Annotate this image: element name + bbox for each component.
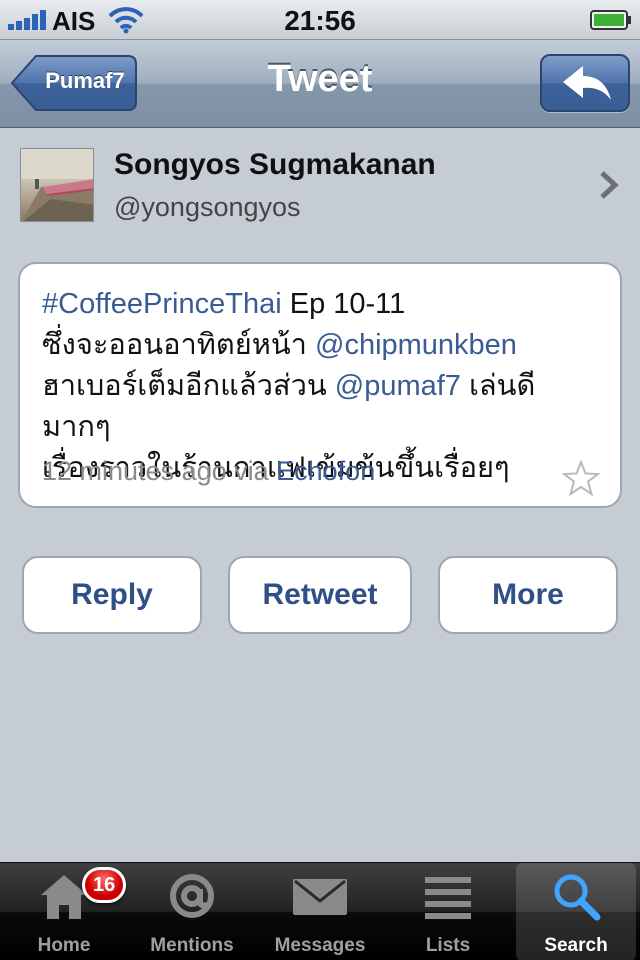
reply-nav-button[interactable]	[540, 54, 630, 112]
tab-label: Messages	[274, 935, 366, 956]
tweet-text-segment: ซึ่งจะออนอาทิตย์หน้า	[42, 329, 315, 361]
envelope-icon	[293, 879, 347, 915]
tweet-text-segment: Ep 10-11	[281, 288, 406, 320]
tweet-timestamp: 12 minutes ago via Echofon	[42, 456, 375, 487]
retweet-button[interactable]: Retweet	[228, 556, 412, 634]
back-button-label: Pumaf7	[45, 68, 125, 93]
reply-arrow-icon	[563, 66, 611, 100]
user-profile-row[interactable]: Songyos Sugmakanan @yongsongyos	[0, 130, 640, 230]
tab-label: Mentions	[150, 935, 234, 956]
home-icon	[41, 875, 87, 919]
favorite-star-icon[interactable]	[562, 460, 600, 496]
navigation-bar: Pumaf7 Tweet	[0, 40, 640, 128]
page-title: Tweet	[267, 58, 373, 100]
more-button[interactable]: More	[438, 556, 618, 634]
tweet-time-ago: 12 minutes ago via	[42, 456, 277, 486]
user-display-name: Songyos Sugmakanan	[114, 148, 436, 181]
tab-search[interactable]: Search	[516, 863, 636, 960]
tab-home[interactable]: 16 Home	[4, 863, 127, 960]
at-sign-icon	[170, 874, 214, 918]
user-handle: @yongsongyos	[114, 192, 301, 222]
mention-link[interactable]: @pumaf7	[335, 370, 461, 402]
tweet-text-segment: ฮาเบอร์เต็มอีกแล้วส่วน	[42, 370, 335, 402]
status-time: 21:56	[284, 5, 356, 36]
list-icon	[425, 877, 471, 919]
reply-button[interactable]: Reply	[22, 556, 202, 634]
tweet-card: #CoffeePrinceThai Ep 10-11 ซึ่งจะออนอาทิ…	[18, 262, 622, 508]
hashtag-link[interactable]: #CoffeePrinceThai	[42, 288, 282, 320]
tab-messages[interactable]: Messages	[260, 863, 380, 960]
search-icon	[554, 874, 601, 921]
tab-label: Home	[37, 935, 91, 956]
status-bar: AIS 21:56	[0, 0, 640, 40]
tab-lists[interactable]: Lists	[388, 863, 508, 960]
back-button[interactable]: Pumaf7	[10, 54, 138, 112]
tweet-line: ฮาเบอร์เต็มอีกแล้วส่วน @pumaf7 เล่นดีมาก…	[42, 366, 602, 448]
battery-icon	[590, 10, 631, 30]
avatar[interactable]	[20, 148, 94, 222]
mention-link[interactable]: @chipmunkben	[315, 329, 517, 361]
notification-badge: 16	[82, 867, 127, 903]
avatar-photo	[21, 149, 93, 221]
chevron-right-icon	[600, 171, 619, 199]
tab-label: Search	[544, 935, 608, 956]
via-app-link[interactable]: Echofon	[276, 456, 375, 486]
tab-bar: 16 Home Mentions Messages Lists Search	[0, 862, 640, 960]
tab-mentions[interactable]: Mentions	[132, 863, 252, 960]
tweet-line: #CoffeePrinceThai Ep 10-11	[42, 284, 602, 325]
tweet-line: ซึ่งจะออนอาทิตย์หน้า @chipmunkben	[42, 325, 602, 366]
tab-label: Lists	[425, 935, 471, 956]
